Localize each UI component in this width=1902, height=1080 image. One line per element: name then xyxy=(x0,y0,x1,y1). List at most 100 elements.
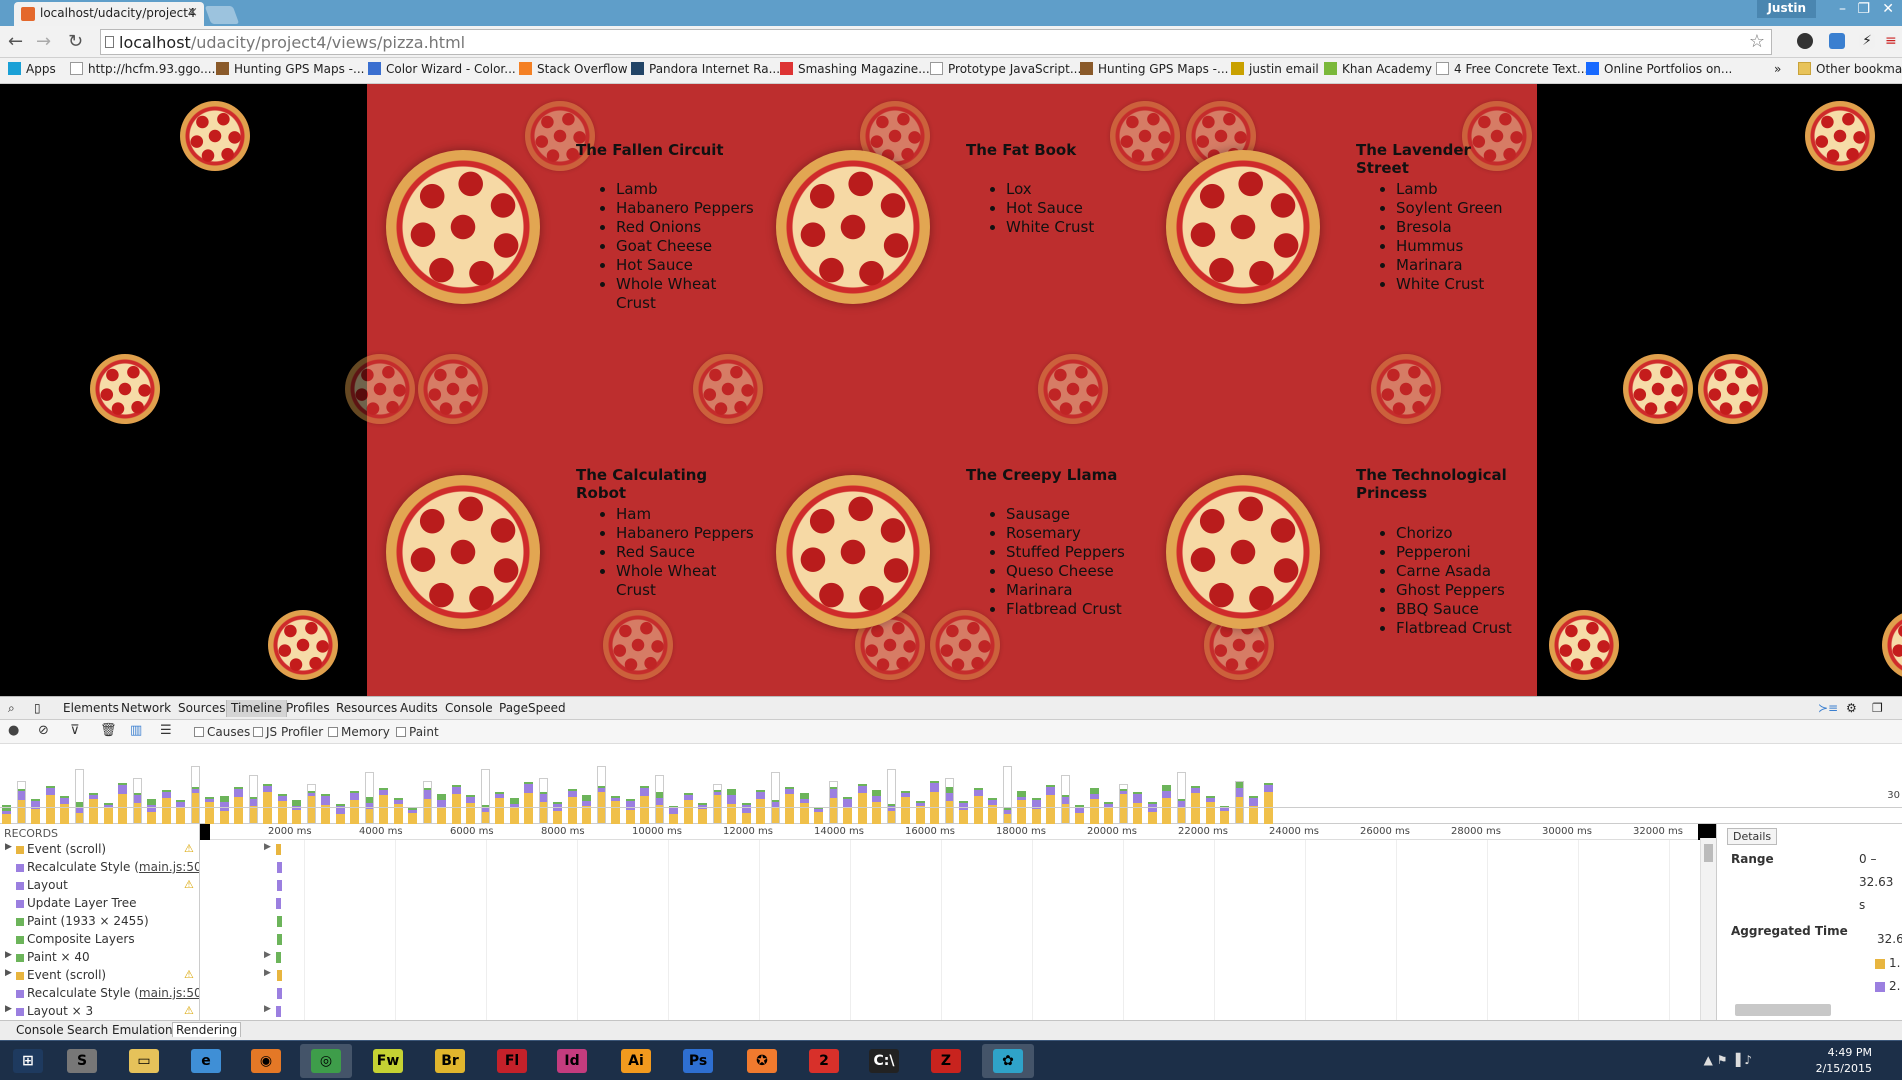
bookmark-apps[interactable]: Apps xyxy=(8,62,56,76)
close-window-icon[interactable]: ✕ xyxy=(1882,1,1894,17)
dock-icon[interactable]: ❐ xyxy=(1872,701,1883,715)
taskbar-app-icon[interactable]: Z xyxy=(920,1044,972,1078)
devtools-tab-sources[interactable]: Sources xyxy=(178,701,225,715)
marker-expand-icon[interactable]: ▶ xyxy=(264,950,271,960)
back-arrow-icon[interactable]: ← xyxy=(8,31,23,52)
record-marker[interactable] xyxy=(276,898,281,909)
taskbar-app-icon[interactable]: ◎ xyxy=(300,1044,352,1078)
record-source-link[interactable]: main.js:508 xyxy=(139,860,199,874)
bookmark-item[interactable]: Online Portfolios on... xyxy=(1586,62,1732,76)
taskbar-app-icon[interactable]: ✪ xyxy=(736,1044,788,1078)
taskbar-app-icon[interactable]: Fw xyxy=(362,1044,414,1078)
profile-button[interactable]: Justin xyxy=(1757,0,1816,18)
taskbar-app-icon[interactable]: ◉ xyxy=(240,1044,292,1078)
record-marker[interactable] xyxy=(276,1006,281,1017)
menu-icon[interactable]: ≡ xyxy=(1885,33,1897,49)
expand-triangle-icon[interactable]: ▶ xyxy=(5,950,12,960)
drawer-toggle-icon[interactable]: ≻≡ xyxy=(1818,701,1838,715)
tab-close-button[interactable]: × xyxy=(187,5,198,20)
tray-icons[interactable]: ▲ ⚑ ▐ ♪ xyxy=(1704,1053,1752,1067)
record-icon[interactable]: ● xyxy=(8,723,19,738)
bookmark-star-icon[interactable]: ☆ xyxy=(1749,31,1765,52)
record-marker[interactable] xyxy=(276,844,281,855)
extension-gear-icon[interactable] xyxy=(1797,33,1813,49)
taskbar-app-icon[interactable]: ✿ xyxy=(982,1044,1034,1078)
scrollbar-thumb[interactable] xyxy=(1704,844,1713,862)
bookmark-item[interactable]: justin email xyxy=(1231,62,1319,76)
inspect-icon[interactable]: ⌕ xyxy=(8,701,15,716)
bookmark-item[interactable]: http://hcfm.93.ggo.... xyxy=(70,62,215,76)
bookmark-item[interactable]: Hunting GPS Maps -... xyxy=(216,62,364,76)
settings-gear-icon[interactable]: ⚙ xyxy=(1846,701,1857,715)
record-source-link[interactable]: main.js:507 xyxy=(139,986,199,1000)
expand-triangle-icon[interactable]: ▶ xyxy=(5,1004,12,1014)
paint-checkbox[interactable]: Paint xyxy=(396,725,439,739)
bookmark-item[interactable]: Smashing Magazine... xyxy=(780,62,930,76)
timeline-records-chart[interactable]: ▶ ▶ ▶ ▶ xyxy=(200,840,1708,1020)
warning-icon[interactable]: ⚠ xyxy=(184,878,194,891)
causes-checkbox[interactable]: Causes xyxy=(194,725,250,739)
record-marker[interactable] xyxy=(277,970,282,981)
timeline-overview[interactable]: 30 xyxy=(0,744,1902,824)
js-profiler-checkbox[interactable]: JS Profiler xyxy=(253,725,323,739)
device-mode-icon[interactable]: ▯ xyxy=(34,701,41,715)
maximize-icon[interactable]: ❐ xyxy=(1857,1,1870,17)
bookmark-item[interactable]: Hunting GPS Maps -... xyxy=(1080,62,1228,76)
taskbar-app-icon[interactable]: C:\ xyxy=(858,1044,910,1078)
taskbar-app-icon[interactable]: Id xyxy=(546,1044,598,1078)
extension-icon[interactable] xyxy=(1829,33,1845,49)
expand-triangle-icon[interactable]: ▶ xyxy=(5,968,12,978)
drawer-tab-console[interactable]: Console xyxy=(16,1023,64,1037)
taskbar-app-icon[interactable]: Ai xyxy=(610,1044,662,1078)
taskbar-app-icon[interactable]: S xyxy=(56,1044,108,1078)
reload-icon[interactable]: ↻ xyxy=(68,31,83,52)
devtools-tab-timeline[interactable]: Timeline xyxy=(226,700,288,717)
bookmark-item[interactable]: Khan Academy xyxy=(1324,62,1432,76)
devtools-tab-console[interactable]: Console xyxy=(445,701,493,715)
trash-icon[interactable]: 🗑 xyxy=(100,723,117,738)
taskbar-app-icon[interactable]: ▭ xyxy=(118,1044,170,1078)
marker-expand-icon[interactable]: ▶ xyxy=(264,842,271,852)
drawer-tab-search[interactable]: Search xyxy=(67,1023,108,1037)
taskbar-app-icon[interactable]: e xyxy=(180,1044,232,1078)
bookmark-item[interactable]: Prototype JavaScript... xyxy=(930,62,1081,76)
other-bookmarks-folder[interactable]: Other bookmar xyxy=(1798,62,1902,76)
record-marker[interactable] xyxy=(276,952,281,963)
devtools-tab-pagespeed[interactable]: PageSpeed xyxy=(499,701,566,715)
browser-tab[interactable]: localhost/udacity/project4 × xyxy=(14,2,204,26)
taskbar-app-icon[interactable]: Ps xyxy=(672,1044,724,1078)
bookmarks-overflow-button[interactable]: » xyxy=(1774,62,1781,76)
bolt-icon[interactable]: ⚡ xyxy=(1859,33,1875,49)
new-tab-button[interactable] xyxy=(204,6,240,24)
minimize-icon[interactable]: – xyxy=(1839,1,1846,17)
url-input[interactable]: localhost/udacity/project4/views/pizza.h… xyxy=(100,29,1772,55)
forward-arrow-icon[interactable]: → xyxy=(36,31,51,52)
bookmark-item[interactable]: Color Wizard - Color... xyxy=(368,62,516,76)
warning-icon[interactable]: ⚠ xyxy=(184,842,194,855)
devtools-tab-resources[interactable]: Resources xyxy=(336,701,397,715)
details-horizontal-scrollbar[interactable] xyxy=(1735,1004,1831,1016)
marker-expand-icon[interactable]: ▶ xyxy=(264,1004,271,1014)
drawer-tab-rendering[interactable]: Rendering xyxy=(172,1022,242,1037)
record-marker[interactable] xyxy=(277,988,282,999)
devtools-tab-audits[interactable]: Audits xyxy=(400,701,438,715)
records-scrollbar[interactable] xyxy=(1700,838,1716,1020)
taskbar-clock[interactable]: 4:49 PM 2/15/2015 xyxy=(1816,1045,1872,1077)
warning-icon[interactable]: ⚠ xyxy=(184,968,194,981)
record-marker[interactable] xyxy=(277,880,282,891)
details-tab[interactable]: Details xyxy=(1727,828,1778,845)
filter-icon[interactable]: ⊽ xyxy=(70,723,80,738)
taskbar-app-icon[interactable]: Br xyxy=(424,1044,476,1078)
taskbar-app-icon[interactable]: 2 xyxy=(798,1044,850,1078)
bookmark-item[interactable]: 4 Free Concrete Text... xyxy=(1436,62,1588,76)
expand-triangle-icon[interactable]: ▶ xyxy=(5,842,12,852)
taskbar-app-icon[interactable]: ⊞ xyxy=(2,1044,54,1078)
clear-icon[interactable]: ⊘ xyxy=(38,723,49,738)
record-marker[interactable] xyxy=(277,862,282,873)
devtools-tab-profiles[interactable]: Profiles xyxy=(286,701,330,715)
bars-view-icon[interactable]: ▥ xyxy=(130,723,142,738)
drawer-tab-emulation[interactable]: Emulation xyxy=(112,1023,173,1037)
warning-icon[interactable]: ⚠ xyxy=(184,1004,194,1017)
record-marker[interactable] xyxy=(277,916,282,927)
memory-checkbox[interactable]: Memory xyxy=(328,725,390,739)
